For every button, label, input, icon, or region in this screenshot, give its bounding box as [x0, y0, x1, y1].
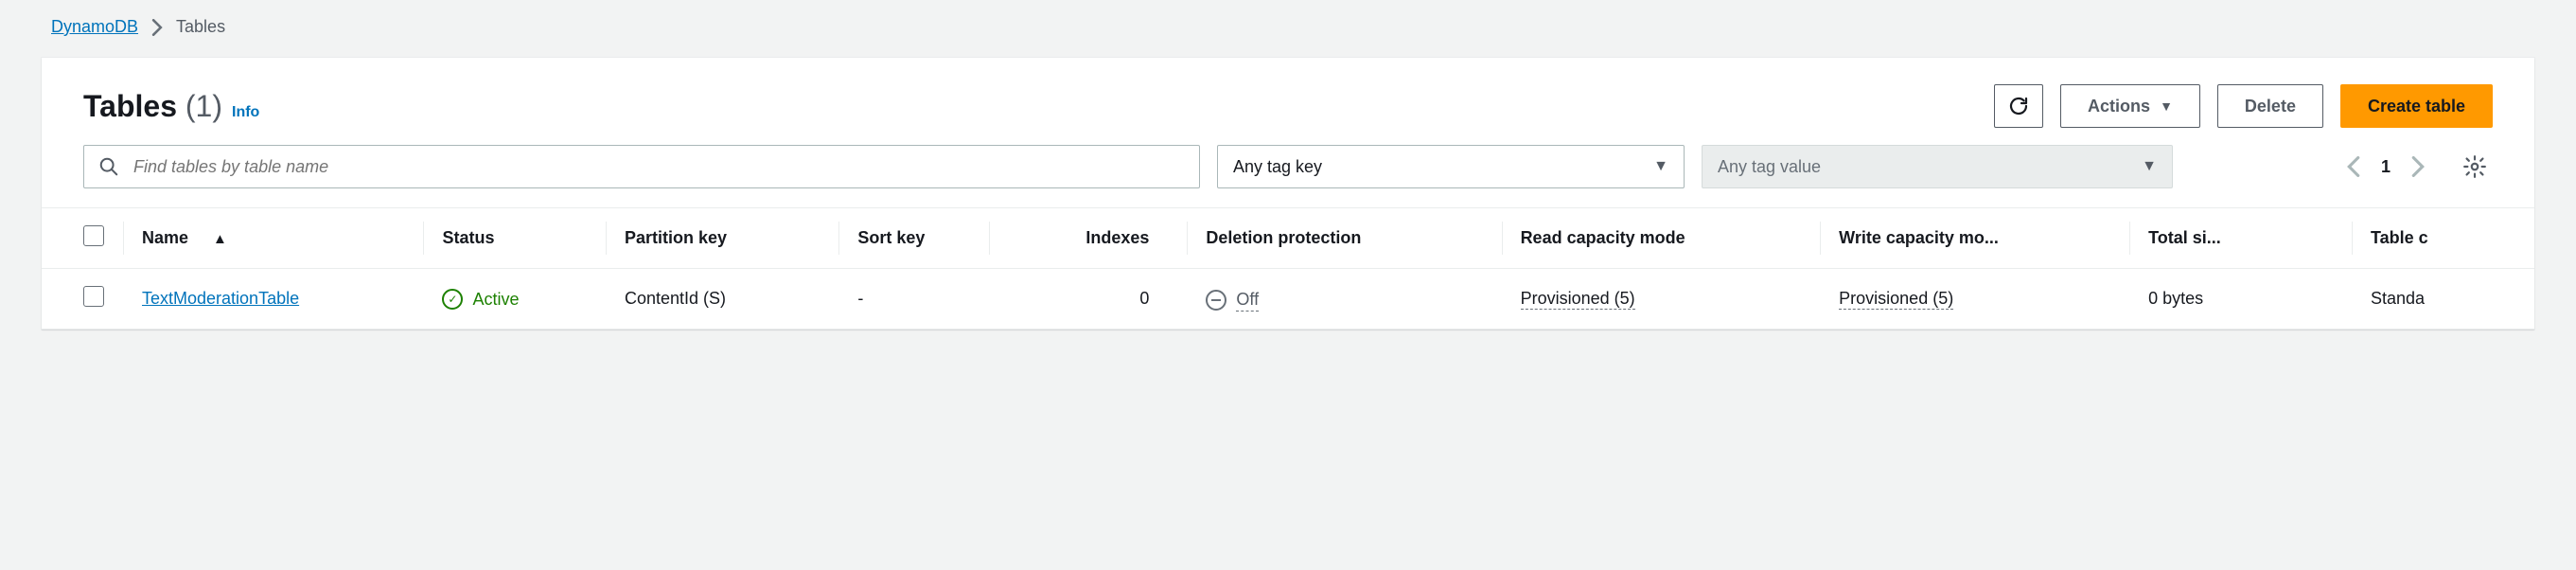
page-prev-button[interactable]	[2343, 152, 2364, 181]
caret-down-icon: ▼	[1653, 158, 1668, 175]
tag-value-label: Any tag value	[1718, 157, 1821, 177]
partition-key-value: ContentId (S)	[606, 269, 838, 330]
pager: 1	[2343, 149, 2493, 185]
sort-asc-icon: ▲	[213, 231, 227, 247]
chevron-right-icon	[151, 19, 163, 36]
breadcrumb: DynamoDB Tables	[0, 17, 2576, 58]
tables-panel: Tables (1) Info Actions ▼	[42, 58, 2534, 330]
select-all-checkbox[interactable]	[83, 225, 104, 246]
search-input[interactable]	[83, 145, 1200, 188]
header-read-capacity[interactable]: Read capacity mode	[1502, 208, 1821, 269]
caret-down-icon: ▼	[2142, 158, 2157, 175]
page-title-count: (1)	[185, 89, 222, 123]
search-box	[83, 145, 1200, 188]
delete-button[interactable]: Delete	[2217, 84, 2323, 128]
page-title-text: Tables	[83, 89, 177, 123]
row-checkbox[interactable]	[83, 286, 104, 307]
read-capacity-value[interactable]: Provisioned (5)	[1521, 289, 1635, 310]
actions-button-label: Actions	[2088, 97, 2150, 116]
sort-key-value: -	[838, 269, 988, 330]
tag-key-label: Any tag key	[1233, 157, 1322, 177]
page-number: 1	[2381, 157, 2391, 177]
indexes-value: 0	[989, 269, 1188, 330]
deletion-protection-text[interactable]: Off	[1236, 290, 1259, 312]
header-total-size[interactable]: Total si...	[2129, 208, 2352, 269]
actions-dropdown-button[interactable]: Actions ▼	[2060, 84, 2200, 128]
header-checkbox-cell	[42, 208, 123, 269]
breadcrumb-root-link[interactable]: DynamoDB	[51, 17, 138, 37]
table-name-link[interactable]: TextModerationTable	[142, 289, 299, 308]
create-table-button[interactable]: Create table	[2340, 84, 2493, 128]
header-sort-key[interactable]: Sort key	[838, 208, 988, 269]
page-title: Tables (1)	[83, 89, 222, 124]
write-capacity-value[interactable]: Provisioned (5)	[1839, 289, 1953, 310]
table-class-value: Standa	[2352, 269, 2534, 330]
header-name[interactable]: Name▲	[123, 208, 423, 269]
check-circle-icon: ✓	[442, 289, 463, 310]
header-deletion-protection[interactable]: Deletion protection	[1187, 208, 1501, 269]
info-link[interactable]: Info	[232, 104, 259, 121]
tag-key-select[interactable]: Any tag key ▼	[1217, 145, 1685, 188]
deletion-protection-badge: Off	[1206, 290, 1259, 312]
total-size-value: 0 bytes	[2129, 269, 2352, 330]
refresh-button[interactable]	[1994, 84, 2043, 128]
tag-value-select: Any tag value ▼	[1702, 145, 2173, 188]
status-badge: ✓ Active	[442, 289, 519, 310]
page-next-button[interactable]	[2408, 152, 2428, 181]
header-write-capacity[interactable]: Write capacity mo...	[1820, 208, 2129, 269]
settings-button[interactable]	[2457, 149, 2493, 185]
header-partition-key[interactable]: Partition key	[606, 208, 838, 269]
filter-row: Any tag key ▼ Any tag value ▼ 1	[42, 145, 2534, 207]
breadcrumb-current: Tables	[176, 17, 225, 37]
tables-table: Name▲ Status Partition key Sort key Inde…	[42, 207, 2534, 330]
search-icon	[98, 156, 119, 177]
table-row: TextModerationTable ✓ Active ContentId (…	[42, 269, 2534, 330]
status-text: Active	[472, 290, 519, 310]
header-status[interactable]: Status	[423, 208, 606, 269]
panel-header: Tables (1) Info Actions ▼	[42, 58, 2534, 145]
gear-icon	[2462, 154, 2487, 179]
header-actions: Actions ▼ Delete Create table	[1994, 84, 2493, 128]
table-scroll[interactable]: Name▲ Status Partition key Sort key Inde…	[42, 207, 2534, 330]
header-table-class[interactable]: Table c	[2352, 208, 2534, 269]
minus-circle-icon	[1206, 290, 1226, 311]
caret-down-icon: ▼	[2160, 98, 2173, 114]
refresh-icon	[2007, 95, 2030, 117]
header-indexes[interactable]: Indexes	[989, 208, 1188, 269]
